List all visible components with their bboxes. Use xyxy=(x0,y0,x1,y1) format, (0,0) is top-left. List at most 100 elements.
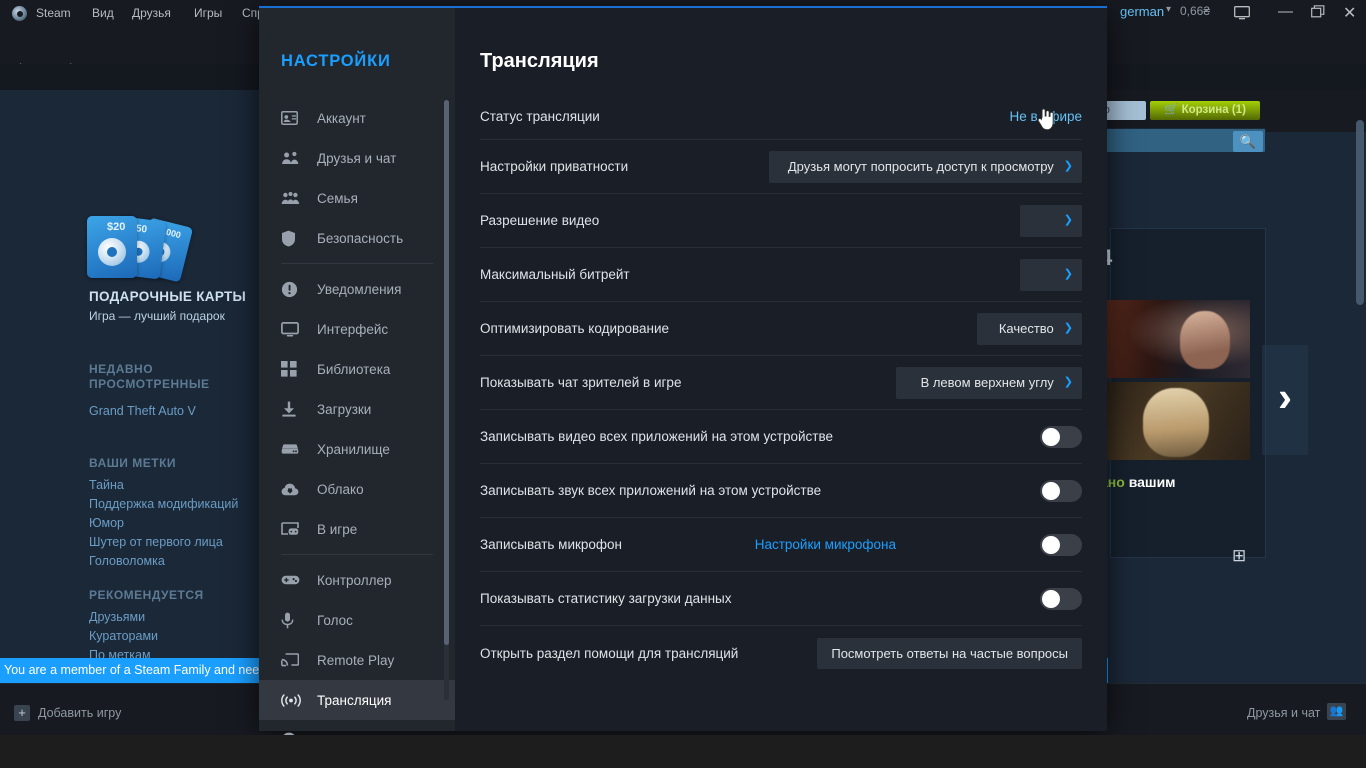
tag-link-3[interactable]: Шутер от первого лица xyxy=(89,533,223,552)
search-icon[interactable]: 🔍 xyxy=(1233,131,1263,152)
microphone-settings-link[interactable]: Настройки микрофона xyxy=(755,537,896,552)
show-upload-stats-toggle[interactable] xyxy=(1040,587,1082,610)
download-icon xyxy=(281,399,305,419)
sidebar-item-downloads[interactable]: Загрузки xyxy=(259,389,455,429)
steam-logo-icon xyxy=(12,6,27,21)
add-game-label[interactable]: Добавить игру xyxy=(38,706,121,720)
sidebar-scrollbar-thumb[interactable] xyxy=(444,100,449,645)
sidebar-item-friends-chat[interactable]: Друзья и чат xyxy=(259,138,455,178)
family-icon xyxy=(281,188,305,208)
tag-link-0[interactable]: Тайна xyxy=(89,476,124,495)
friends-chat-icon[interactable]: 👥 xyxy=(1327,703,1346,720)
page-title: Трансляция xyxy=(480,50,599,72)
steam-minimize-button[interactable]: — xyxy=(1278,3,1293,20)
chevron-down-icon: ❯ xyxy=(1063,160,1073,172)
row-record-audio-all-apps: Записывать звук всех приложений на этом … xyxy=(480,464,1082,518)
menu-friends[interactable]: Друзья xyxy=(128,4,175,22)
settings-dialog: ✕ НАСТРОЙКИ Аккаунт Друзья и чат xyxy=(259,6,1107,748)
record-audio-toggle[interactable] xyxy=(1040,479,1082,502)
record-microphone-toggle[interactable] xyxy=(1040,533,1082,556)
account-balance[interactable]: 0,66₴ xyxy=(1180,4,1210,18)
account-card-icon xyxy=(281,108,305,128)
giftcards-subtitle: Игра — лучший подарок xyxy=(89,309,225,323)
row-viewer-chat-position: Показывать чат зрителей в игре В левом в… xyxy=(480,356,1082,410)
chevron-down-icon: ❯ xyxy=(1063,214,1073,226)
gamepad-icon xyxy=(281,570,305,590)
sidebar-item-cloud[interactable]: Облако xyxy=(259,469,455,509)
video-resolution-dropdown[interactable]: ❯ xyxy=(1020,204,1082,237)
recent-link-0[interactable]: Grand Theft Auto V xyxy=(89,402,196,421)
big-picture-icon[interactable] xyxy=(1234,6,1250,20)
friends-chat-label[interactable]: Друзья и чат xyxy=(1247,706,1320,720)
friends-icon xyxy=(281,148,305,168)
store-search-input[interactable]: 🔍 xyxy=(1100,128,1266,153)
cart-button[interactable]: 🛒 Корзина (1) xyxy=(1150,101,1260,120)
drive-icon xyxy=(281,439,305,459)
steam-close-button[interactable]: ✕ xyxy=(1343,3,1356,23)
sidebar-item-broadcast[interactable]: Трансляция xyxy=(259,680,455,720)
row-label: Показывать статистику загрузки данных xyxy=(480,591,732,606)
tag-link-4[interactable]: Головоломка xyxy=(89,552,165,571)
sidebar-item-label: Загрузки xyxy=(317,401,372,417)
status-badge[interactable]: Не в эфире xyxy=(1010,109,1082,124)
sidebar-item-ingame[interactable]: В игре xyxy=(259,509,455,549)
ingame-icon xyxy=(281,519,305,539)
sidebar-separator xyxy=(281,263,433,264)
privacy-dropdown[interactable]: Друзья могут попросить доступ к просмотр… xyxy=(769,150,1082,183)
toggle-knob xyxy=(1042,535,1060,554)
row-video-resolution: Разрешение видео ❯ xyxy=(480,194,1082,248)
sidebar-item-label: Хранилище xyxy=(317,441,390,457)
bell-alert-icon xyxy=(281,279,305,299)
toggle-knob xyxy=(1042,481,1060,500)
steam-restore-button[interactable] xyxy=(1311,5,1325,18)
promo-screenshot-2[interactable] xyxy=(1105,382,1250,460)
record-video-toggle[interactable] xyxy=(1040,425,1082,448)
row-optimize-encoding: Оптимизировать кодирование Качество ❯ xyxy=(480,302,1082,356)
dropdown-value: В левом верхнем углу xyxy=(920,375,1054,390)
page-scrollbar[interactable] xyxy=(1356,120,1364,305)
optimize-encoding-dropdown[interactable]: Качество ❯ xyxy=(977,312,1082,345)
carousel-next-button[interactable]: › xyxy=(1262,345,1308,455)
settings-sidebar-title: НАСТРОЙКИ xyxy=(281,52,391,70)
sidebar-item-label: Трансляция xyxy=(317,692,392,708)
menu-games[interactable]: Игры xyxy=(190,4,226,22)
sidebar-item-family[interactable]: Семья xyxy=(259,178,455,218)
settings-content: Трансляция Статус трансляции Не в эфире … xyxy=(455,8,1107,731)
sidebar-item-interface[interactable]: Интерфейс xyxy=(259,309,455,349)
sidebar-item-remote-play[interactable]: Remote Play xyxy=(259,640,455,680)
windows-platform-icon: ⊞ xyxy=(1232,546,1247,565)
sidebar-item-label: Библиотека xyxy=(317,361,391,377)
giftcards-title[interactable]: ПОДАРОЧНЫЕ КАРТЫ xyxy=(89,289,246,304)
sidebar-item-storage[interactable]: Хранилище xyxy=(259,429,455,469)
sidebar-item-account[interactable]: Аккаунт xyxy=(259,98,455,138)
sidebar-item-security[interactable]: Безопасность xyxy=(259,218,455,258)
sidebar-item-label: Уведомления xyxy=(317,281,402,297)
tag-link-1[interactable]: Поддержка модификаций xyxy=(89,495,238,514)
sidebar-item-label: Голос xyxy=(317,612,353,628)
recommended-link-1[interactable]: Кураторами xyxy=(89,627,158,646)
chevron-down-icon: ❯ xyxy=(1063,322,1073,334)
chevron-down-icon[interactable]: ▾ xyxy=(1166,4,1171,15)
sidebar-item-controller[interactable]: Контроллер xyxy=(259,560,455,600)
row-label: Записывать микрофон xyxy=(480,537,622,552)
menu-view[interactable]: Вид xyxy=(88,4,118,22)
sidebar-item-voice[interactable]: Голос xyxy=(259,600,455,640)
settings-nav-list: Аккаунт Друзья и чат Семья Безопасность … xyxy=(259,98,455,760)
faq-button[interactable]: Посмотреть ответы на частые вопросы xyxy=(817,637,1082,669)
tag-link-2[interactable]: Юмор xyxy=(89,514,124,533)
row-label: Разрешение видео xyxy=(480,213,600,228)
sidebar-item-notifications[interactable]: Уведомления xyxy=(259,269,455,309)
recommended-link-0[interactable]: Друзьями xyxy=(89,608,145,627)
toggle-knob xyxy=(1042,427,1060,446)
account-name[interactable]: german xyxy=(1120,4,1164,19)
max-bitrate-dropdown[interactable]: ❯ xyxy=(1020,258,1082,291)
settings-sidebar: НАСТРОЙКИ Аккаунт Друзья и чат Семья Без… xyxy=(259,8,455,748)
promo-screenshot-1[interactable] xyxy=(1105,300,1250,378)
menu-steam[interactable]: Steam xyxy=(32,4,75,22)
sidebar-item-label: В игре xyxy=(317,521,358,537)
sidebar-item-library[interactable]: Библиотека xyxy=(259,349,455,389)
row-label: Статус трансляции xyxy=(480,109,600,124)
giftcards-image: ₽1000 €50 $20 xyxy=(85,216,205,283)
viewer-chat-dropdown[interactable]: В левом верхнем углу ❯ xyxy=(896,366,1082,399)
add-game-icon[interactable]: + xyxy=(14,705,30,721)
